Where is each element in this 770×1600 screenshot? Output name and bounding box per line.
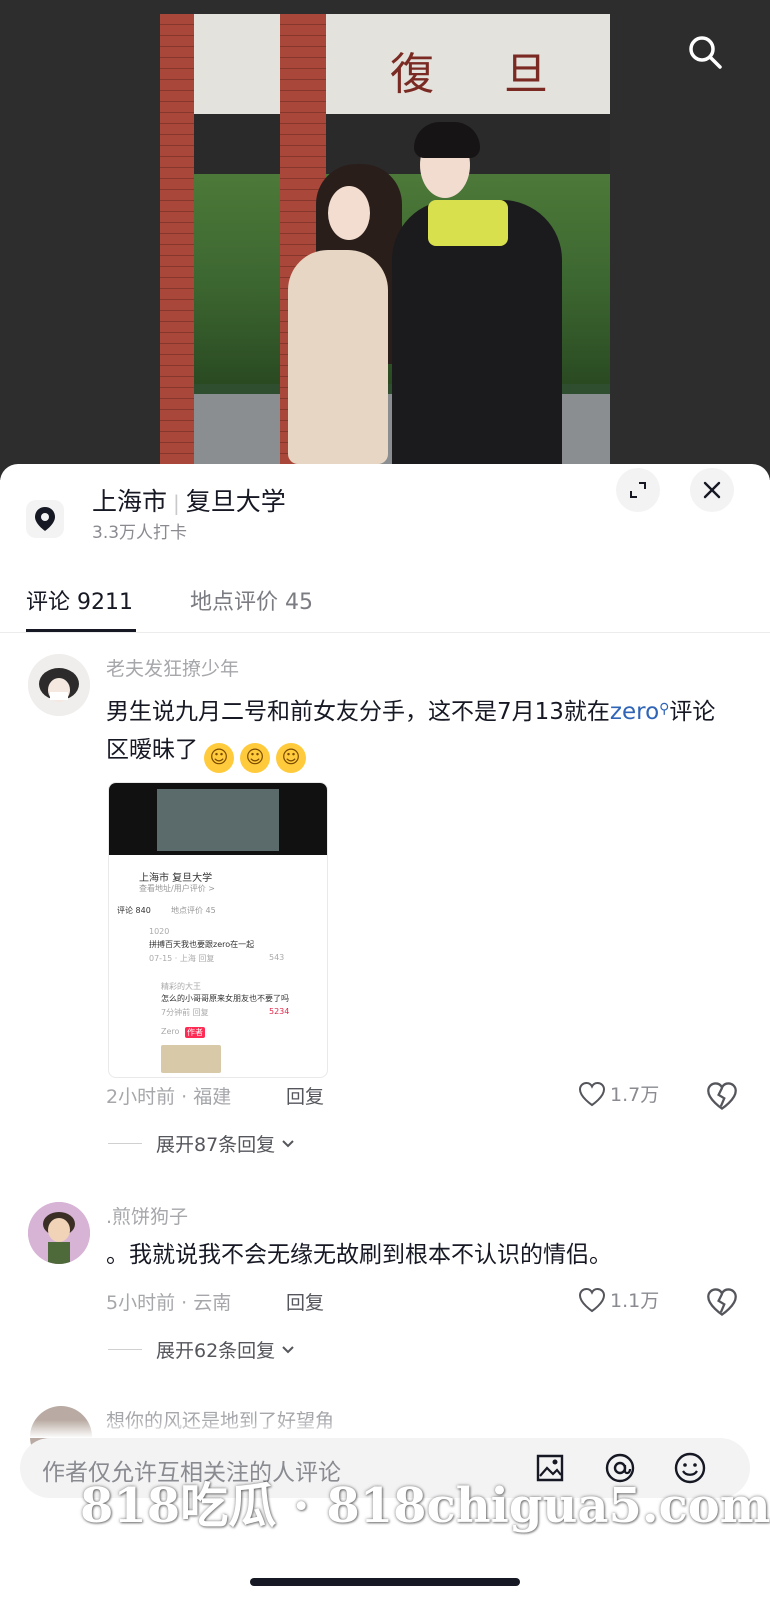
heart-icon — [578, 1287, 606, 1312]
thumb-c3-name: Zero — [161, 1027, 180, 1036]
site-watermark: 818吃瓜 · 818chigua5.com — [80, 1478, 770, 1534]
laugh-cry-emoji: ☺ — [240, 743, 270, 773]
location-title[interactable]: 上海市 | 复旦大学 — [92, 482, 286, 518]
comment-meta: 5小时前 · 云南 — [106, 1292, 232, 1314]
comment-image-attachment[interactable]: 上海市 复旦大学 查看地址/用户评价 > 评论 840 地点评价 45 1020… — [108, 782, 328, 1078]
thumb-c2-meta: 7分钟前 回复 — [161, 1008, 209, 1017]
comment-meta: 2小时前 · 福建 — [106, 1086, 232, 1108]
location-separator: | — [173, 491, 180, 515]
comment-text: 。我就说我不会无缘无故刷到根本不认识的情侣。 — [106, 1242, 612, 1268]
video-photo-area[interactable]: 復 旦 大 — [0, 0, 770, 480]
thumb-location-sub: 查看地址/用户评价 > — [139, 884, 215, 893]
like-count: 1.1万 — [610, 1290, 660, 1312]
app-screen: 復 旦 大 上海市|复旦大学 3.3万人打卡 — [0, 0, 770, 1600]
location-city: 上海市 — [92, 487, 168, 516]
thumb-c1-likes: 543 — [269, 953, 285, 962]
tabs-divider — [0, 632, 770, 633]
mention-search-icon: ⚲ — [659, 701, 670, 717]
avatar-image — [28, 654, 90, 716]
thumb-tab-reviews: 地点评价 45 — [171, 906, 216, 915]
comment-username[interactable]: 老夫发狂撩少年 — [106, 654, 239, 681]
person-boy-collar — [428, 200, 508, 246]
tab-place-reviews[interactable]: 地点评价 45 — [190, 584, 313, 616]
expand-replies-label: 展开62条回复 — [156, 1340, 276, 1362]
like-count: 1.7万 — [610, 1084, 660, 1106]
person-girl-face — [328, 186, 370, 240]
expand-replies-label: 展开87条回复 — [156, 1134, 276, 1156]
avatar[interactable] — [28, 654, 90, 716]
chevron-down-icon — [282, 1139, 294, 1147]
thumb-location-title: 上海市 复旦大学 — [139, 873, 213, 884]
list-fade — [0, 1420, 770, 1438]
campus-photo: 復 旦 大 — [160, 14, 610, 464]
thumb-tab-comments: 评论 840 — [117, 906, 151, 915]
gate-sign-text: 復 旦 大 — [390, 49, 610, 100]
thumb-c2-name: 精彩的大王 — [161, 982, 201, 991]
avatar-image — [28, 1202, 90, 1264]
location-checkins: 3.3万人打卡 — [92, 523, 188, 543]
close-icon — [703, 481, 721, 499]
gate-beam-shadow — [160, 114, 610, 174]
chevron-down-icon — [282, 1345, 294, 1353]
thumb-photo — [157, 789, 279, 851]
reply-button[interactable]: 回复 — [286, 1082, 324, 1109]
expand-replies-button[interactable]: 展开87条回复 — [108, 1130, 297, 1157]
thumb-c1-text: 拼搏百天我也要跟zero在一起 — [149, 940, 255, 949]
thumb-sticker — [161, 1045, 221, 1073]
expand-button[interactable] — [616, 468, 660, 512]
expand-line — [108, 1349, 142, 1350]
heart-icon — [578, 1081, 606, 1106]
laugh-cry-emoji: ☺ — [276, 743, 306, 773]
reply-button[interactable]: 回复 — [286, 1288, 324, 1315]
comment-text-part: 男生说九月二号和前女友分手，这不是7月13就在 — [106, 699, 610, 725]
laugh-cry-emoji: ☺ — [204, 743, 234, 773]
gate-pillar-left — [160, 14, 194, 464]
broken-heart-icon[interactable] — [706, 1286, 738, 1318]
person-girl — [288, 250, 388, 464]
person-boy-hair — [414, 122, 480, 158]
expand-line — [108, 1143, 142, 1144]
comment-username[interactable]: .煎饼狗子 — [106, 1202, 188, 1229]
thumb-c1-name: 1020 — [149, 927, 170, 936]
thumb-c2-text: 怎么的小哥哥原来女朋友也不要了吗 — [161, 994, 289, 1003]
tab-comments[interactable]: 评论 9211 — [26, 584, 133, 616]
location-place: 复旦大学 — [185, 487, 286, 516]
avatar[interactable] — [28, 1202, 90, 1264]
like-button[interactable]: 1.7万 — [578, 1080, 659, 1107]
thumb-c3-tag: 作者 — [185, 1027, 205, 1038]
expand-icon — [630, 482, 646, 498]
comment-text: 男生说九月二号和前女友分手，这不是7月13就在zero⚲评论区暧昧了 ☺ ☺ ☺ — [106, 690, 716, 773]
search-icon[interactable] — [685, 32, 725, 72]
expand-replies-button[interactable]: 展开62条回复 — [108, 1336, 297, 1363]
close-button[interactable] — [690, 468, 734, 512]
like-button[interactable]: 1.1万 — [578, 1286, 659, 1313]
broken-heart-icon[interactable] — [706, 1080, 738, 1112]
thumb-c2-likes: 5234 — [269, 1007, 290, 1016]
thumb-c1-meta: 07-15 · 上海 回复 — [149, 954, 215, 963]
comment-mention-link[interactable]: zero — [610, 699, 659, 725]
location-pin-icon — [26, 500, 64, 538]
home-indicator — [250, 1578, 520, 1586]
